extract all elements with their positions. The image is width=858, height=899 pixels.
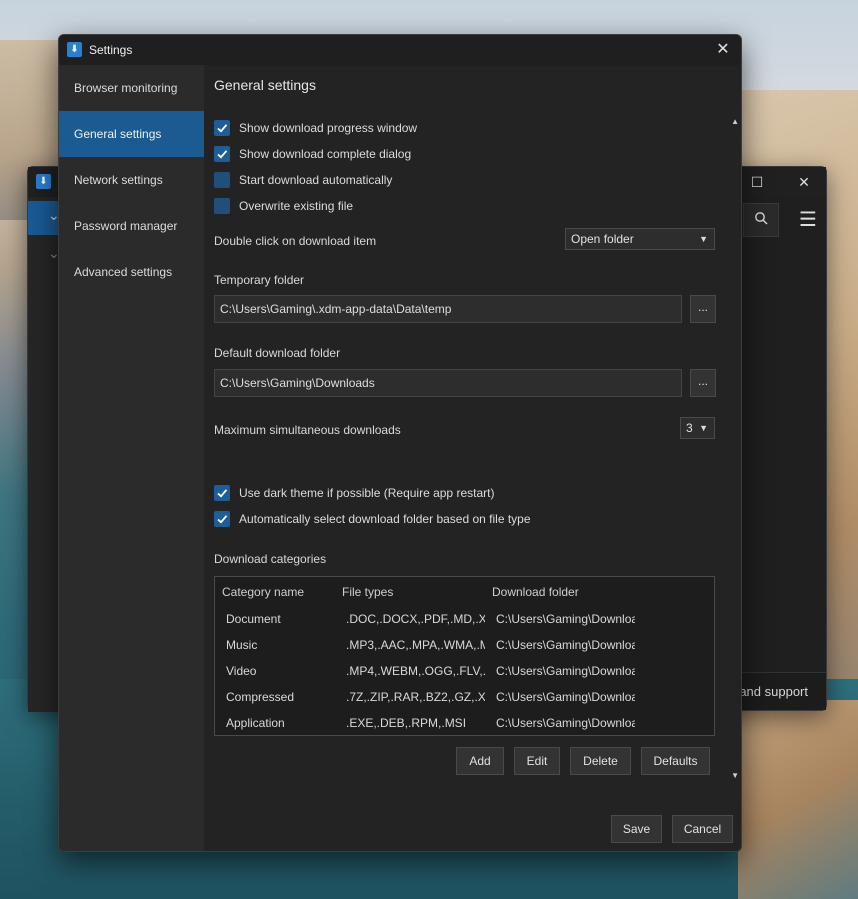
cancel-button[interactable]: Cancel <box>672 815 733 843</box>
table-row[interactable]: Video .MP4,.WEBM,.OGG,.FLV,.MI C:\Users\… <box>215 659 714 685</box>
temp-folder-label: Temporary folder <box>214 273 305 287</box>
search-icon[interactable] <box>743 203 779 237</box>
hamburger-menu-icon[interactable]: ☰ <box>793 203 823 237</box>
cell-category: Compressed <box>226 690 295 704</box>
start-automatically-checkbox[interactable]: Start download automatically <box>214 170 392 190</box>
dialog-titlebar: ⬇ Settings ✕ <box>59 35 741 65</box>
show-complete-dialog-checkbox[interactable]: Show download complete dialog <box>214 144 411 164</box>
table-row[interactable]: Compressed .7Z,.ZIP,.RAR,.BZ2,.GZ,.XZ,.T… <box>215 685 714 711</box>
cell-file-types: .MP3,.AAC,.MPA,.WMA,.MI <box>346 638 485 652</box>
checkbox-unchecked-icon <box>214 172 230 188</box>
sidebar-item-password-manager[interactable]: Password manager <box>59 203 204 249</box>
column-header-file-types[interactable]: File types <box>342 585 393 599</box>
table-row[interactable]: Application .EXE,.DEB,.RPM,.MSI C:\Users… <box>215 711 714 737</box>
column-header-category[interactable]: Category name <box>222 585 304 599</box>
save-button[interactable]: Save <box>611 815 662 843</box>
max-downloads-label: Maximum simultaneous downloads <box>214 423 401 437</box>
auto-select-folder-checkbox[interactable]: Automatically select download folder bas… <box>214 509 531 529</box>
add-category-button[interactable]: Add <box>456 747 504 775</box>
cell-file-types: .7Z,.ZIP,.RAR,.BZ2,.GZ,.XZ,.T <box>346 690 485 704</box>
cell-file-types: .DOC,.DOCX,.PDF,.MD,.XLS <box>346 612 485 626</box>
double-click-label: Double click on download item <box>214 234 377 248</box>
chevron-down-icon: ▼ <box>699 234 708 244</box>
close-icon[interactable]: ✕ <box>792 171 816 193</box>
cell-file-types: .MP4,.WEBM,.OGG,.FLV,.MI <box>346 664 485 678</box>
download-folder-input[interactable]: C:\Users\Gaming\Downloads <box>214 369 682 397</box>
settings-content: General settings ▲ Show download progres… <box>204 65 741 851</box>
edit-category-button[interactable]: Edit <box>514 747 560 775</box>
download-categories-label: Download categories <box>214 552 327 566</box>
settings-dialog: ⬇ Settings ✕ Browser monitoring General … <box>58 34 742 852</box>
checkbox-label: Overwrite existing file <box>239 199 354 213</box>
cell-category: Application <box>226 716 285 730</box>
support-link[interactable]: and support <box>739 684 808 699</box>
table-row[interactable]: Music .MP3,.AAC,.MPA,.WMA,.MI C:\Users\G… <box>215 633 714 659</box>
close-icon: ✕ <box>716 41 730 58</box>
dark-theme-checkbox[interactable]: Use dark theme if possible (Require app … <box>214 483 494 503</box>
column-header-download-folder[interactable]: Download folder <box>492 585 579 599</box>
cell-file-types: .EXE,.DEB,.RPM,.MSI <box>346 716 467 730</box>
cell-folder: C:\Users\Gaming\Downloa <box>496 612 635 626</box>
delete-category-button[interactable]: Delete <box>570 747 631 775</box>
wallpaper-sand <box>738 700 858 899</box>
settings-sidebar: Browser monitoring General settings Netw… <box>59 65 204 851</box>
select-value: 3 <box>686 421 693 435</box>
sidebar-item-advanced-settings[interactable]: Advanced settings <box>59 249 204 295</box>
show-progress-window-checkbox[interactable]: Show download progress window <box>214 118 417 138</box>
app-download-icon: ⬇ <box>67 42 82 57</box>
checkbox-label: Start download automatically <box>239 173 393 187</box>
temp-folder-input[interactable]: C:\Users\Gaming\.xdm-app-data\Data\temp <box>214 295 682 323</box>
main-sidebar <box>28 197 58 712</box>
cell-category: Music <box>226 638 258 652</box>
double-click-select[interactable]: Open folder ▼ <box>565 228 715 250</box>
cell-category: Video <box>226 664 257 678</box>
sidebar-item-browser-monitoring[interactable]: Browser monitoring <box>59 65 204 111</box>
sidebar-item-network-settings[interactable]: Network settings <box>59 157 204 203</box>
cell-folder: C:\Users\Gaming\Downloa <box>496 664 635 678</box>
table-row[interactable]: Document .DOC,.DOCX,.PDF,.MD,.XLS C:\Use… <box>215 607 714 633</box>
cell-folder: C:\Users\Gaming\Downloa <box>496 690 635 704</box>
overwrite-file-checkbox[interactable]: Overwrite existing file <box>214 196 353 216</box>
page-title: General settings <box>214 77 316 93</box>
defaults-button[interactable]: Defaults <box>641 747 710 775</box>
download-folder-label: Default download folder <box>214 346 341 360</box>
temp-folder-browse-button[interactable]: ... <box>690 295 716 323</box>
max-downloads-select[interactable]: 3 ▼ <box>680 417 715 439</box>
checkbox-label: Show download progress window <box>239 121 418 135</box>
checkbox-checked-icon <box>214 511 230 527</box>
download-folder-browse-button[interactable]: ... <box>690 369 716 397</box>
scroll-down-arrow-icon[interactable]: ▼ <box>731 771 739 780</box>
sidebar-item-general-settings[interactable]: General settings <box>59 111 204 157</box>
cell-folder: C:\Users\Gaming\Downloa <box>496 638 635 652</box>
scroll-up-arrow-icon[interactable]: ▲ <box>731 117 739 126</box>
app-download-icon: ⬇ <box>36 174 51 189</box>
checkbox-unchecked-icon <box>214 198 230 214</box>
dialog-title: Settings <box>89 43 133 57</box>
maximize-icon[interactable]: ☐ <box>745 171 769 193</box>
checkbox-label: Show download complete dialog <box>239 147 412 161</box>
categories-table: Category name File types Download folder… <box>214 576 715 736</box>
checkbox-label: Automatically select download folder bas… <box>239 512 531 526</box>
checkbox-checked-icon <box>214 485 230 501</box>
checkbox-checked-icon <box>214 146 230 162</box>
checkbox-label: Use dark theme if possible (Require app … <box>239 486 495 500</box>
cell-folder: C:\Users\Gaming\Downloa <box>496 716 635 730</box>
close-button[interactable]: ✕ <box>711 39 735 61</box>
chevron-down-icon: ▼ <box>699 423 708 433</box>
cell-category: Document <box>226 612 281 626</box>
checkbox-checked-icon <box>214 120 230 136</box>
select-value: Open folder <box>571 232 634 246</box>
